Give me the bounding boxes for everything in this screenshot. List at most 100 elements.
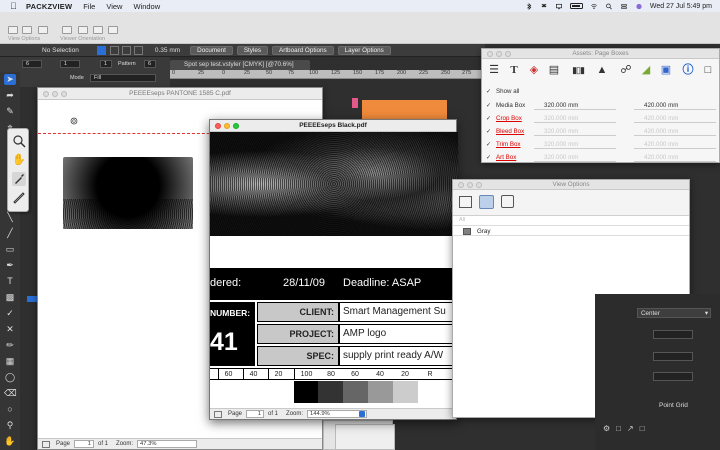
- direct-select-icon[interactable]: [109, 45, 119, 55]
- stroke-value[interactable]: 0.35 mm: [155, 47, 180, 54]
- lock-icon[interactable]: □: [640, 424, 645, 433]
- media-box-width[interactable]: 320.000 mm: [534, 101, 616, 110]
- alignment-dropdown[interactable]: Center ▾: [637, 308, 711, 318]
- document-button[interactable]: Document: [190, 45, 233, 55]
- siri-icon[interactable]: [635, 3, 643, 10]
- close-icon[interactable]: [215, 123, 221, 129]
- page-input[interactable]: 1: [246, 410, 265, 418]
- toolbar-button-4[interactable]: [62, 26, 72, 34]
- field-a[interactable]: 6: [22, 60, 42, 68]
- position-field-3[interactable]: [653, 372, 693, 381]
- pen-tool-icon[interactable]: ✎: [4, 106, 16, 117]
- minimize-icon[interactable]: [467, 182, 473, 188]
- zoom-icon[interactable]: [505, 51, 511, 57]
- chevron-down-icon[interactable]: [359, 411, 366, 417]
- menu-file[interactable]: File: [83, 2, 95, 11]
- overprint-icon[interactable]: [479, 195, 494, 209]
- search-icon[interactable]: [605, 3, 613, 10]
- document-tab[interactable]: Spot sep test.vstyler [CMYK] [@70.6%]: [170, 60, 310, 70]
- stamp-icon[interactable]: ▲: [594, 62, 610, 78]
- magnifier-icon[interactable]: [12, 134, 26, 148]
- trim-box-height[interactable]: 420.000 mm: [634, 140, 716, 149]
- sidebar-toggle-icon[interactable]: [42, 440, 50, 448]
- export-icon[interactable]: ↗: [627, 424, 634, 433]
- line-tool-icon[interactable]: ╱: [4, 228, 16, 239]
- toolbar-button-6[interactable]: [93, 26, 103, 34]
- measure-icon[interactable]: [12, 191, 26, 205]
- eyedropper-tool-icon[interactable]: ✓: [4, 308, 16, 319]
- crop-box-width[interactable]: 320.000 mm: [534, 114, 616, 123]
- info-icon[interactable]: ⓘ: [680, 62, 696, 78]
- toolbar-button-1[interactable]: [8, 26, 18, 34]
- menu-view[interactable]: View: [106, 2, 122, 11]
- zoom-select[interactable]: 144.9%: [307, 410, 368, 418]
- bluetooth-icon[interactable]: [525, 2, 533, 10]
- art-box-check-icon[interactable]: ✓: [486, 155, 492, 161]
- minimize-icon[interactable]: [224, 123, 230, 129]
- layer-options-button[interactable]: Layer Options: [337, 45, 391, 55]
- hand-tool-icon[interactable]: ✋: [4, 436, 16, 447]
- ellipse-tool-icon[interactable]: ◯: [4, 372, 16, 383]
- page-box-row[interactable]: ✓ Crop Box 320.000 mm 420.000 mm: [486, 114, 718, 125]
- trim-box-check-icon[interactable]: ✓: [486, 142, 492, 148]
- separations-icon[interactable]: [459, 196, 472, 208]
- dropbox-icon[interactable]: [540, 3, 548, 10]
- select-tool-icon[interactable]: ➤: [4, 74, 16, 85]
- zoom-icon[interactable]: [476, 182, 482, 188]
- eyedropper-icon[interactable]: [12, 172, 26, 186]
- zoom-icon[interactable]: [61, 91, 67, 97]
- position-field-2[interactable]: [653, 352, 693, 361]
- control-center-icon[interactable]: [620, 3, 628, 10]
- toolbar-button-7[interactable]: [108, 26, 118, 34]
- close-icon[interactable]: [487, 51, 493, 57]
- panel-titlebar[interactable]: View Options: [453, 180, 689, 190]
- direct-select-tool-icon[interactable]: ➦: [4, 90, 16, 101]
- gear-icon[interactable]: ⚙: [603, 424, 610, 433]
- transform-icon[interactable]: [121, 45, 131, 55]
- separation-row[interactable]: Gray: [453, 225, 689, 236]
- trim-box-width[interactable]: 320.000 mm: [534, 140, 616, 149]
- crop-box-height[interactable]: 420.000 mm: [634, 114, 716, 123]
- zoom-tool-icon[interactable]: ⚲: [4, 420, 16, 431]
- menu-app-name[interactable]: PACKZVIEW: [26, 2, 72, 11]
- slider-handle-icon[interactable]: ○: [4, 404, 16, 415]
- toolbar-button-3[interactable]: [38, 26, 48, 34]
- styles-button[interactable]: Styles: [236, 45, 269, 55]
- zoom-select[interactable]: 47.3%: [137, 440, 198, 448]
- apple-icon[interactable]: : [10, 1, 18, 11]
- bleed-box-height[interactable]: 420.000 mm: [634, 127, 716, 136]
- field-d[interactable]: 6: [144, 60, 156, 68]
- toolbar-button-5[interactable]: [78, 26, 88, 34]
- page-box-row[interactable]: ✓ Trim Box 320.000 mm 420.000 mm: [486, 140, 718, 151]
- window-titlebar[interactable]: PEEEEseps PANTONE 1585 C.pdf: [38, 88, 322, 100]
- knife-tool-icon[interactable]: ╲: [4, 212, 16, 223]
- barcode-icon[interactable]: ▮▯▮: [570, 62, 586, 78]
- battery-icon[interactable]: [569, 3, 583, 9]
- preview-icon[interactable]: [501, 195, 514, 208]
- text-tool-icon[interactable]: T: [4, 276, 16, 287]
- panel-titlebar[interactable]: Assets: Page Boxes: [482, 49, 719, 59]
- minimize-icon[interactable]: [52, 91, 58, 97]
- fill-tool-icon[interactable]: ▩: [4, 292, 16, 303]
- media-box-height[interactable]: 420.000 mm: [634, 101, 716, 110]
- swatches-icon[interactable]: ◈: [526, 62, 542, 78]
- window-titlebar[interactable]: PEEEEseps Black.pdf: [210, 120, 456, 132]
- brush-tool-icon[interactable]: ✒: [4, 260, 16, 271]
- scissors-tool-icon[interactable]: ✕: [4, 324, 16, 335]
- page-box-row[interactable]: ✓ Art Box 320.000 mm 420.000 mm: [486, 153, 718, 164]
- page-input[interactable]: 1: [74, 440, 95, 448]
- sidebar-toggle-icon[interactable]: [214, 410, 222, 418]
- artboard-options-button[interactable]: Artboard Options: [272, 45, 334, 55]
- chart-icon[interactable]: ▣: [658, 62, 674, 78]
- text-icon[interactable]: T: [506, 62, 522, 78]
- hand-icon[interactable]: ✋: [12, 153, 26, 167]
- toolbar-button-2[interactable]: [22, 26, 32, 34]
- zoom-icon[interactable]: [233, 123, 239, 129]
- rectangle-tool-icon[interactable]: ▭: [4, 244, 16, 255]
- minimize-icon[interactable]: [496, 51, 502, 57]
- page-box-row[interactable]: ✓ Bleed Box 320.000 mm 420.000 mm: [486, 127, 718, 138]
- align-icon[interactable]: [133, 45, 143, 55]
- close-icon[interactable]: [458, 182, 464, 188]
- page-box-icon[interactable]: ◢: [638, 62, 654, 78]
- clock[interactable]: Wed 27 Jul 5:49 pm: [650, 3, 712, 10]
